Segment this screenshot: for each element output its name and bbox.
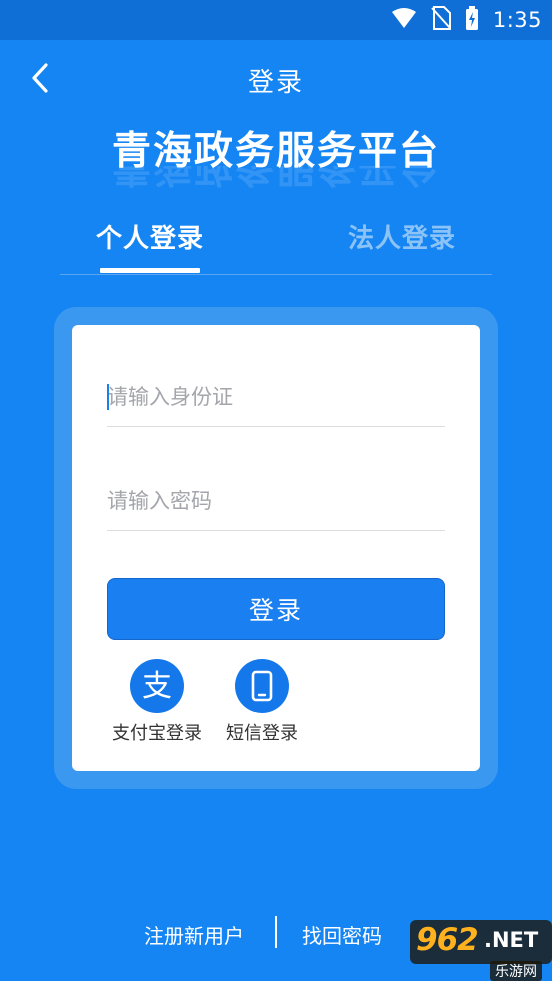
watermark-number: 962 <box>416 922 479 958</box>
status-bar: 1:35 <box>0 0 552 40</box>
site-watermark: 962 .NET 乐游网 <box>410 920 552 981</box>
footer-divider <box>275 916 277 948</box>
text-cursor <box>107 384 109 410</box>
app-title-reflection-text: 青海政务服务平台 <box>112 166 440 188</box>
tab-legal-person-login[interactable]: 法人登录 <box>348 218 456 255</box>
login-tabs: 个人登录 法人登录 <box>60 210 492 276</box>
password-input[interactable] <box>107 471 445 530</box>
watermark-caption: 乐游网 <box>490 961 542 981</box>
sms-login-label: 短信登录 <box>226 723 298 744</box>
register-link[interactable]: 注册新用户 <box>144 920 244 949</box>
page-title: 登录 <box>247 68 304 98</box>
status-time: 1:35 <box>492 8 542 32</box>
alipay-glyph: 支 <box>142 669 172 704</box>
watermark-suffix: .NET <box>484 928 539 952</box>
id-number-input[interactable] <box>107 367 445 426</box>
login-card: 登录 支 支付宝登录 短信登录 <box>72 325 480 771</box>
login-button[interactable]: 登录 <box>107 578 445 640</box>
battery-charging-icon <box>465 6 479 34</box>
alipay-login-button[interactable]: 支 支付宝登录 <box>102 659 212 749</box>
phone-icon <box>235 659 289 713</box>
id-number-field <box>107 367 445 427</box>
status-icons: 1:35 <box>391 6 542 34</box>
password-field <box>107 471 445 531</box>
alipay-login-label: 支付宝登录 <box>112 723 202 744</box>
alipay-icon: 支 <box>130 659 184 713</box>
tab-active-indicator <box>100 268 200 273</box>
app-title-reflection: 青海政务服务平台 <box>0 166 552 188</box>
watermark-badge: 962 .NET <box>410 920 552 964</box>
tabs-divider <box>60 274 492 275</box>
sms-login-button[interactable]: 短信登录 <box>207 659 317 749</box>
header: 登录 <box>0 40 552 114</box>
tab-personal-login[interactable]: 个人登录 <box>96 218 204 255</box>
forgot-password-link[interactable]: 找回密码 <box>302 920 382 949</box>
no-sim-icon <box>431 6 451 34</box>
wifi-icon <box>391 7 417 33</box>
